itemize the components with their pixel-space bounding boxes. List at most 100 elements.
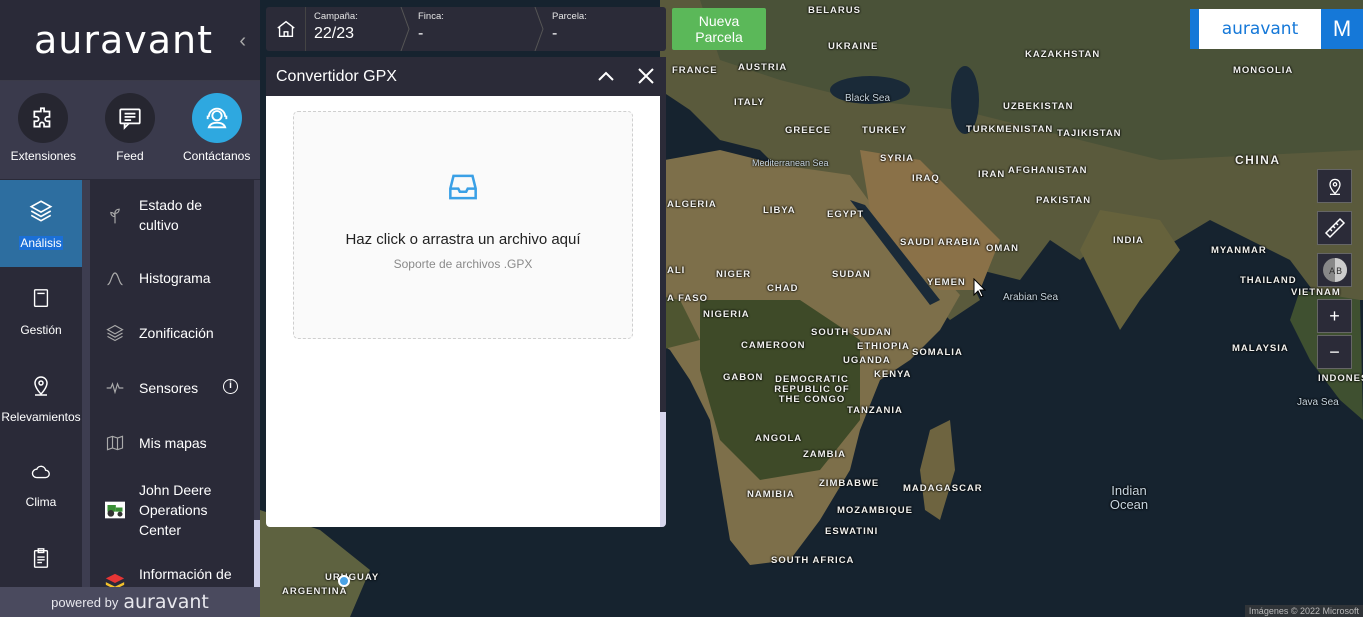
- map-label: MOZAMBIQUE: [837, 505, 913, 516]
- submenu-item-sensors[interactable]: Sensores i: [90, 360, 254, 415]
- submenu-label: Información de suelo: [139, 566, 232, 587]
- plot-label: Parcela:: [552, 11, 587, 22]
- inbox-icon: [294, 168, 632, 211]
- locate-button[interactable]: [1317, 169, 1352, 203]
- campaign-value: 22/23: [314, 25, 355, 42]
- zoom-in-button[interactable]: +: [1317, 299, 1352, 333]
- ab-compare-icon: AB: [1322, 258, 1347, 282]
- submenu-item-crop-status[interactable]: Estado de cultivo: [90, 180, 254, 250]
- feed-icon: [104, 93, 155, 143]
- file-drop-zone[interactable]: Haz click o arrastra un archivo aquí Sop…: [293, 111, 633, 339]
- map-label: INDONES: [1318, 373, 1363, 384]
- plot-selector[interactable]: Parcela: -: [538, 7, 658, 51]
- map-label: NIGERIA: [703, 309, 750, 320]
- map-label: CHAD: [767, 283, 799, 294]
- map-label: YEMEN: [927, 277, 966, 288]
- map-label: TURKEY: [862, 125, 908, 136]
- map-label: SYRIA: [880, 153, 915, 164]
- collapse-panel-icon[interactable]: [596, 66, 616, 86]
- map-label: ESWATINI: [825, 526, 879, 537]
- zoom-out-button[interactable]: −: [1317, 335, 1352, 369]
- map-label: TURKMENISTAN: [966, 124, 1054, 135]
- puzzle-icon: [18, 93, 69, 143]
- nav-item-clipboard[interactable]: [0, 528, 82, 588]
- brand-badge[interactable]: auravant: [1190, 9, 1321, 49]
- info-icon[interactable]: i: [223, 379, 238, 394]
- home-button[interactable]: [266, 7, 306, 51]
- map-label: MYANMAR: [1211, 245, 1267, 256]
- map-label: NIGER: [716, 269, 752, 280]
- map-label: Arabian Sea: [1003, 292, 1059, 303]
- submenu-item-zoning[interactable]: Zonificación: [90, 305, 254, 360]
- map-label: THAILAND: [1240, 275, 1297, 286]
- campaign-selector[interactable]: Campaña: 22/23: [306, 7, 410, 51]
- map-label: ITALY: [734, 97, 765, 108]
- map-label: AFGHANISTAN: [1008, 165, 1088, 176]
- panel-scrollbar[interactable]: [660, 96, 666, 527]
- submenu-item-soil-info[interactable]: Información de suelo: [90, 550, 254, 587]
- map-label: ALI: [667, 265, 686, 276]
- map-label: UZBEKISTAN: [1003, 101, 1074, 112]
- map-label: Mediterranean Sea: [752, 158, 829, 168]
- map-label: LIBYA: [763, 205, 796, 216]
- map-label: GREECE: [785, 125, 832, 136]
- map-label: BELARUS: [808, 5, 861, 16]
- feed-label: Feed: [116, 149, 144, 163]
- sidebar: auravant ‹ Extensiones Feed Contáctanos …: [0, 0, 260, 617]
- extensions-button[interactable]: Extensiones: [1, 93, 85, 179]
- clipboard-icon: [33, 548, 49, 568]
- map-label: VIETNAM: [1291, 287, 1341, 298]
- nav-item-analisis[interactable]: Análisis: [0, 180, 82, 267]
- layers-icon: [104, 323, 126, 343]
- powered-prefix: powered by: [51, 594, 119, 610]
- map-icon: [104, 433, 126, 453]
- map-label: SOUTH SUDAN: [811, 327, 892, 338]
- histogram-icon: [104, 268, 126, 288]
- nav-item-gestion[interactable]: Gestión: [0, 267, 82, 354]
- soil-stack-icon: [104, 564, 126, 587]
- map-label: GABON: [723, 372, 764, 383]
- scrollbar-thumb[interactable]: [254, 520, 260, 587]
- map-label: CHINA: [1235, 153, 1281, 167]
- map-label: EGYPT: [827, 209, 865, 220]
- submenu-label: Sensores: [139, 379, 199, 396]
- plant-icon: [104, 205, 126, 225]
- submenu-item-john-deere[interactable]: John Deere Operations Center: [90, 470, 254, 550]
- map-label: UGANDA: [843, 355, 891, 366]
- map-label: FRANCE: [672, 65, 718, 76]
- gpx-converter-panel: Convertidor GPX Haz click o arrastra un …: [266, 57, 666, 527]
- nav-item-clima[interactable]: Clima: [0, 441, 82, 528]
- new-plot-button[interactable]: Nueva Parcela: [672, 8, 766, 50]
- compare-button[interactable]: AB: [1317, 253, 1352, 287]
- map-label: OMAN: [986, 243, 1020, 254]
- nav-label: Relevamientos: [1, 409, 81, 424]
- collapse-sidebar-icon[interactable]: ‹: [239, 30, 246, 53]
- submenu-item-histogram[interactable]: Histograma: [90, 250, 254, 305]
- map-label: A FASO: [667, 293, 709, 304]
- powered-brand: auravant: [123, 591, 209, 613]
- user-avatar[interactable]: M: [1321, 9, 1363, 49]
- extensions-label: Extensiones: [10, 149, 77, 163]
- scrollbar-thumb[interactable]: [660, 412, 666, 527]
- submenu-item-my-maps[interactable]: Mis mapas: [90, 415, 254, 470]
- drop-zone-text: Haz click o arrastra un archivo aquí: [345, 231, 581, 248]
- feed-button[interactable]: Feed: [88, 93, 172, 179]
- submenu-scrollbar[interactable]: [254, 180, 260, 587]
- drop-zone-hint: Soporte de archivos .GPX: [393, 257, 533, 271]
- contact-button[interactable]: Contáctanos: [175, 93, 259, 179]
- nav-label: Análisis: [19, 235, 63, 250]
- measure-button[interactable]: [1317, 211, 1352, 245]
- map-label: SAUDI ARABIA: [900, 237, 981, 248]
- support-agent-icon: [191, 93, 242, 143]
- close-icon[interactable]: [636, 66, 656, 86]
- nav-divider: [82, 180, 90, 587]
- home-icon: [276, 20, 295, 38]
- nav-item-relevamientos[interactable]: Relevamientos: [0, 354, 82, 441]
- map-label: TANZANIA: [847, 405, 903, 416]
- map-label: IRAQ: [912, 173, 940, 184]
- farm-selector[interactable]: Finca: -: [404, 7, 544, 51]
- map-label: KAZAKHSTAN: [1025, 49, 1101, 60]
- panel-header: Convertidor GPX: [266, 57, 666, 96]
- map-label: PAKISTAN: [1036, 195, 1092, 206]
- nav-label: Gestión: [20, 322, 62, 337]
